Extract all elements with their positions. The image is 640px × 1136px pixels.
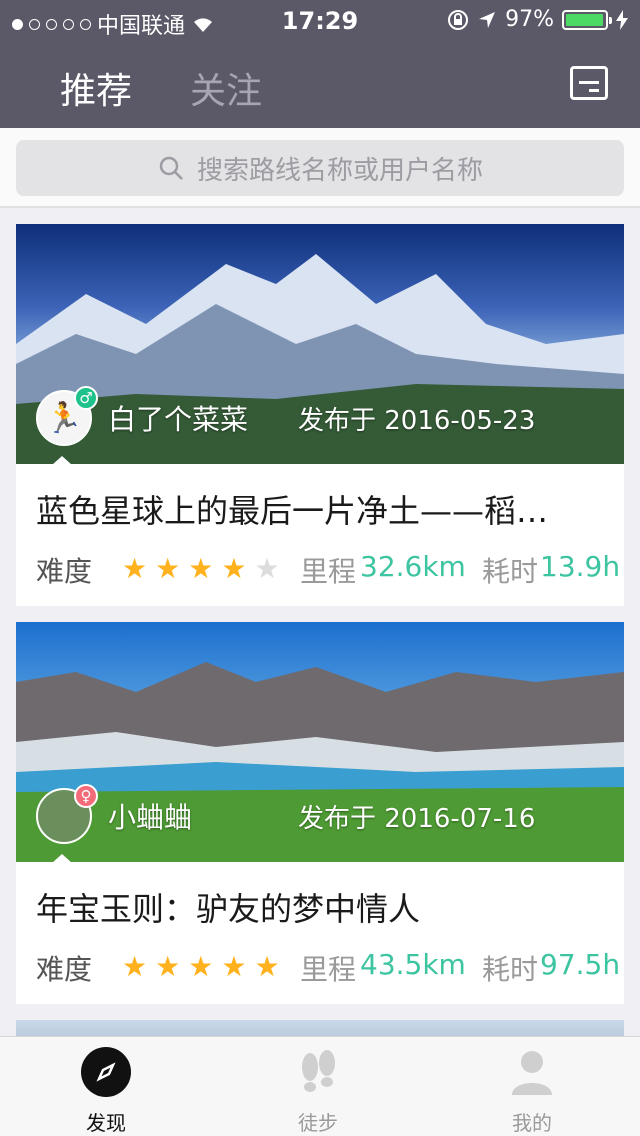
star-icon: ★ (221, 552, 247, 585)
difficulty-label: 难度 (36, 953, 93, 986)
nav-bar: 推荐 关注 (0, 40, 640, 128)
route-cover-image[interactable]: ♀ 小蛐蛐 发布于 2016-07-16 (16, 622, 624, 862)
search-input[interactable]: 搜索路线名称或用户名称 (16, 140, 624, 196)
star-icon: ★ (221, 950, 247, 983)
header: 中国联通 17:29 97% 推荐 关注 (0, 0, 640, 128)
duration-label: 耗时 (482, 555, 539, 588)
compass-icon (81, 1047, 131, 1097)
tab-recommend[interactable]: 推荐 (60, 62, 132, 114)
map-icon-line (579, 81, 599, 84)
status-right: 97% (447, 7, 628, 32)
route-card[interactable]: 🏃 ♂ 白了个菜菜 发布于 2016-05-23 蓝色星球上的最后一片净土——稻… (16, 224, 624, 606)
distance-value: 43.5km (360, 948, 466, 981)
route-title[interactable]: 年宝玉则：驴友的梦中情人 (36, 884, 604, 930)
star-icon: ★ (254, 552, 280, 585)
location-arrow-icon (479, 11, 496, 28)
tab-mine-label: 我的 (512, 1111, 552, 1135)
charging-icon (616, 9, 628, 30)
person-icon (507, 1047, 557, 1097)
avatar[interactable]: ♀ (36, 784, 98, 844)
search-bar: 搜索路线名称或用户名称 (0, 128, 640, 208)
duration-label: 耗时 (482, 953, 539, 986)
route-title[interactable]: 蓝色星球上的最后一片净土——稻… (36, 486, 604, 532)
distance-label: 里程 (300, 555, 357, 588)
author-name[interactable]: 小蛐蛐 (108, 796, 298, 836)
tab-mine[interactable]: 我的 (452, 1047, 612, 1136)
footprints-icon (293, 1047, 343, 1097)
pointer-notch (52, 854, 72, 863)
star-icon: ★ (122, 552, 148, 585)
route-meta: 难度 ★ ★ ★ ★ ★ 里程 43.5km 耗时 97.5h (36, 948, 620, 988)
map-icon-line (589, 89, 599, 92)
distance-value: 32.6km (360, 550, 466, 583)
author-row: ♀ 小蛐蛐 发布于 2016-07-16 (36, 784, 536, 844)
difficulty-label: 难度 (36, 555, 93, 588)
tab-discover-label: 发现 (86, 1111, 126, 1135)
status-bar: 中国联通 17:29 97% (0, 0, 640, 40)
tab-hiking-label: 徒步 (298, 1111, 338, 1135)
star-icon: ★ (188, 552, 214, 585)
star-icon: ★ (122, 950, 148, 983)
duration-value: 97.5h (540, 948, 621, 981)
duration-value: 13.9h (540, 550, 621, 583)
publish-date: 发布于 2016-05-23 (298, 405, 536, 436)
tab-discover[interactable]: 发现 (26, 1047, 186, 1136)
map-icon[interactable] (570, 66, 608, 100)
difficulty-stars: ★ ★ ★ ★ ★ (122, 552, 280, 585)
star-icon: ★ (155, 950, 181, 983)
rotation-lock-icon (448, 9, 469, 30)
author-row: 🏃 ♂ 白了个菜菜 发布于 2016-05-23 (36, 386, 536, 446)
female-icon: ♀ (74, 784, 98, 808)
tab-follow[interactable]: 关注 (190, 62, 262, 114)
avatar[interactable]: 🏃 ♂ (36, 386, 98, 446)
male-icon: ♂ (74, 386, 98, 410)
star-icon: ★ (188, 950, 214, 983)
battery-icon (562, 9, 612, 30)
star-icon: ★ (254, 950, 280, 983)
search-placeholder: 搜索路线名称或用户名称 (196, 155, 483, 186)
battery-percent: 97% (505, 7, 554, 32)
publish-date: 发布于 2016-07-16 (298, 803, 536, 834)
distance-label: 里程 (300, 953, 357, 986)
battery-fill (566, 13, 603, 26)
search-icon (159, 156, 183, 180)
star-icon: ★ (155, 552, 181, 585)
route-meta: 难度 ★ ★ ★ ★ ★ 里程 32.6km 耗时 13.9h (36, 550, 620, 590)
difficulty-stars: ★ ★ ★ ★ ★ (122, 950, 280, 983)
tab-hiking[interactable]: 徒步 (238, 1047, 398, 1136)
tab-bar: 发现 徒步 我的 (0, 1036, 640, 1136)
route-card[interactable]: ♀ 小蛐蛐 发布于 2016-07-16 年宝玉则：驴友的梦中情人 难度 ★ ★ ★… (16, 622, 624, 1004)
route-cover-image[interactable]: 🏃 ♂ 白了个菜菜 发布于 2016-05-23 (16, 224, 624, 464)
author-name[interactable]: 白了个菜菜 (108, 398, 298, 438)
pointer-notch (52, 456, 72, 465)
